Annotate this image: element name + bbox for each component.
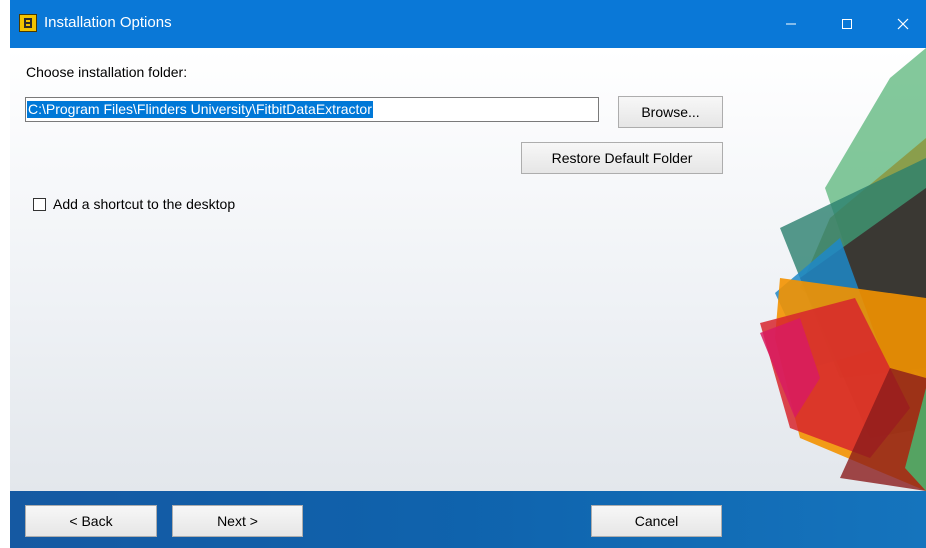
installer-window: Installation Options Choose installation… <box>10 0 926 548</box>
installer-app-icon <box>19 14 37 32</box>
options-panel: Choose installation folder: C:\Program F… <box>10 48 926 491</box>
install-folder-label: Choose installation folder: <box>26 64 188 80</box>
title-bar[interactable]: Installation Options <box>10 0 926 48</box>
desktop-shortcut-checkbox[interactable] <box>33 197 46 211</box>
window-title: Installation Options <box>44 14 172 31</box>
next-button[interactable]: Next > <box>172 505 303 537</box>
install-folder-input[interactable]: C:\Program Files\Flinders University\Fit… <box>25 97 599 122</box>
browse-button[interactable]: Browse... <box>618 96 723 128</box>
close-icon <box>897 18 909 30</box>
install-folder-path[interactable]: C:\Program Files\Flinders University\Fit… <box>27 101 373 118</box>
restore-default-folder-button[interactable]: Restore Default Folder <box>521 142 723 174</box>
minimize-button[interactable] <box>768 0 814 48</box>
back-button[interactable]: < Back <box>25 505 157 537</box>
close-button[interactable] <box>880 0 926 48</box>
minimize-icon <box>786 23 796 25</box>
desktop-shortcut-label[interactable]: Add a shortcut to the desktop <box>53 196 235 212</box>
navigation-footer: < Back Next > Cancel <box>10 491 926 548</box>
maximize-icon <box>842 19 852 29</box>
desktop-shortcut-option[interactable]: Add a shortcut to the desktop <box>33 196 235 212</box>
cancel-button[interactable]: Cancel <box>591 505 722 537</box>
maximize-button[interactable] <box>824 0 870 48</box>
